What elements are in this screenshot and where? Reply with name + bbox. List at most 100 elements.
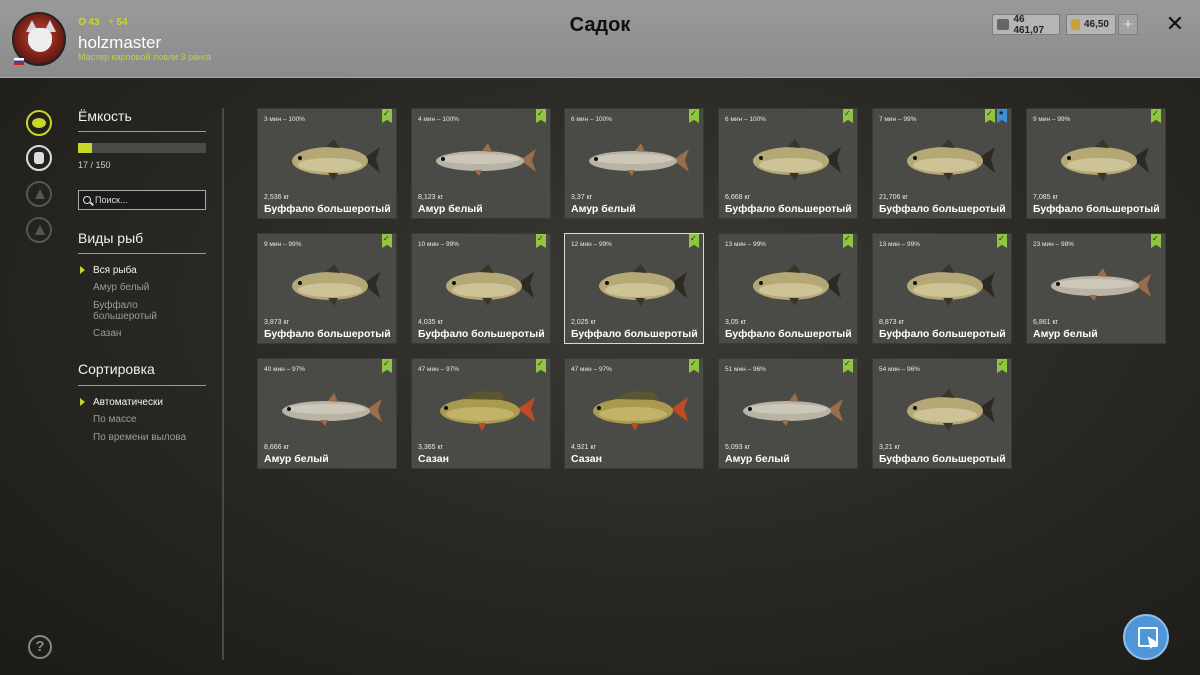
species-heading: Виды рыб xyxy=(78,230,144,246)
fish-card[interactable]: 3 мин – 100% 2,536 кг Буффало большеротый xyxy=(257,108,397,219)
fish-card[interactable]: 6 мин – 100% 3,37 кг Амур белый xyxy=(564,108,704,219)
fish-weight: 3,365 кг xyxy=(418,444,444,451)
check-badge-icon xyxy=(843,359,853,373)
fish-card[interactable]: 40 мин – 97% 8,666 кг Амур белый xyxy=(257,358,397,469)
fish-card[interactable]: 9 мин – 99% 3,873 кг Буффало большеротый xyxy=(257,233,397,344)
species-option-amur[interactable]: Амур белый xyxy=(93,282,203,293)
fish-weight: 6,861 кг xyxy=(1033,319,1059,326)
fish-weight: 8,123 кг xyxy=(418,194,444,201)
search-input[interactable] xyxy=(95,195,195,205)
check-badge-icon xyxy=(985,109,995,123)
fish-card[interactable]: 12 мин – 99% 2,025 кг Буффало большеротый xyxy=(564,233,704,344)
fish-card[interactable]: 51 мин – 96% 5,093 кг Амур белый xyxy=(718,358,858,469)
fish-card[interactable]: 13 мин – 99% 8,873 кг Буффало большеротый xyxy=(872,233,1012,344)
fish-weight: 4,035 кг xyxy=(418,319,444,326)
fish-catch-time: 9 мин – 99% xyxy=(264,241,302,248)
fish-catch-time: 3 мин – 100% xyxy=(264,116,305,123)
fish-catch-time: 54 мин – 96% xyxy=(879,366,920,373)
fish-catch-time: 4 мин – 100% xyxy=(418,116,459,123)
fish-weight: 3,37 кг xyxy=(571,194,593,201)
silver-coin-icon xyxy=(997,19,1010,30)
fish-name: Амур белый xyxy=(571,203,636,215)
check-badge-icon xyxy=(1151,109,1161,123)
fish-name: Амур белый xyxy=(264,453,329,465)
trophy-icon[interactable] xyxy=(26,181,52,207)
fish-keepnet-icon[interactable] xyxy=(26,110,52,136)
divider xyxy=(78,385,206,386)
fish-name: Амур белый xyxy=(418,203,483,215)
check-badge-icon xyxy=(1151,234,1161,248)
fish-weight: 8,873 кг xyxy=(879,319,905,326)
fish-catch-time: 40 мин – 97% xyxy=(264,366,305,373)
search-icon xyxy=(83,196,91,204)
fish-weight: 8,666 кг xyxy=(264,444,290,451)
cursor-mode-icon[interactable] xyxy=(1123,614,1169,660)
check-badge-icon xyxy=(689,109,699,123)
sort-option-weight[interactable]: По массе xyxy=(93,414,203,425)
silver-balance: 46 461,07 xyxy=(992,13,1060,36)
selected-arrow-icon xyxy=(80,266,85,274)
home-icon[interactable] xyxy=(26,217,52,243)
fish-card[interactable]: 10 мин – 99% 4,035 кг Буффало большеротый xyxy=(411,233,551,344)
check-badge-icon xyxy=(843,234,853,248)
fish-card[interactable]: 47 мин – 97% 3,365 кг Сазан xyxy=(411,358,551,469)
check-badge-icon xyxy=(382,109,392,123)
bait-icon[interactable] xyxy=(26,145,52,171)
fish-catch-time: 6 мин – 100% xyxy=(725,116,766,123)
search-field[interactable] xyxy=(78,190,206,210)
top-bar: ✪ 43 ⚡ 54 holzmaster Мастер карповой ловли… xyxy=(0,0,1200,78)
fish-catch-time: 6 мин – 100% xyxy=(571,116,612,123)
sort-heading: Сортировка xyxy=(78,361,155,377)
fish-weight: 3,21 кг xyxy=(879,444,901,451)
fish-card[interactable]: 54 мин – 96% 3,21 кг Буффало большеротый xyxy=(872,358,1012,469)
check-badge-icon xyxy=(536,109,546,123)
fish-card[interactable]: 6 мин – 100% 6,668 кг Буффало большеротый xyxy=(718,108,858,219)
fish-name: Буффало большеротый xyxy=(879,328,1006,340)
fish-weight: 3,873 кг xyxy=(264,319,290,326)
fish-name: Буффало большеротый xyxy=(571,328,698,340)
close-icon[interactable]: ✕ xyxy=(1164,13,1186,35)
fish-weight: 5,093 кг xyxy=(725,444,751,451)
species-option-carp[interactable]: Сазан xyxy=(93,328,203,339)
fish-catch-time: 47 мин – 97% xyxy=(571,366,612,373)
sort-option-time[interactable]: По времени вылова xyxy=(93,432,203,443)
fish-name: Амур белый xyxy=(1033,328,1098,340)
fish-card[interactable]: 7 мин – 99% 21,706 кг Буффало большеротый xyxy=(872,108,1012,219)
russia-flag-icon xyxy=(14,58,24,65)
fish-card[interactable]: 23 мин – 98% 6,861 кг Амур белый xyxy=(1026,233,1166,344)
fish-weight: 4,921 кг xyxy=(571,444,597,451)
check-badge-icon xyxy=(689,234,699,248)
fish-card[interactable]: 4 мин – 100% 8,123 кг Амур белый xyxy=(411,108,551,219)
fish-name: Сазан xyxy=(571,453,602,465)
check-badge-icon xyxy=(382,234,392,248)
sort-option-auto[interactable]: Автоматически xyxy=(93,397,203,408)
fish-card[interactable]: 13 мин – 99% 3,05 кг Буффало большеротый xyxy=(718,233,858,344)
fish-name: Буффало большеротый xyxy=(1033,203,1160,215)
divider xyxy=(78,131,206,132)
fish-catch-time: 10 мин – 99% xyxy=(418,241,459,248)
capacity-count: 17 / 150 xyxy=(78,160,111,170)
silver-value: 46 461,07 xyxy=(1013,13,1045,36)
fish-catch-time: 7 мин – 99% xyxy=(879,116,917,123)
divider xyxy=(78,253,206,254)
fish-catch-time: 12 мин – 99% xyxy=(571,241,612,248)
fish-weight: 7,085 кг xyxy=(1033,194,1059,201)
fish-name: Буффало большеротый xyxy=(725,203,852,215)
fish-card[interactable]: 9 мин – 99% 7,085 кг Буффало большеротый xyxy=(1026,108,1166,219)
fish-name: Буффало большеротый xyxy=(879,203,1006,215)
fish-catch-time: 13 мин – 99% xyxy=(725,241,766,248)
selected-arrow-icon xyxy=(80,398,85,406)
fish-name: Буффало большеротый xyxy=(264,328,391,340)
fish-name: Амур белый xyxy=(725,453,790,465)
capacity-bar xyxy=(78,143,206,153)
star-badge-icon xyxy=(997,109,1007,123)
fish-catch-time: 13 мин – 99% xyxy=(879,241,920,248)
species-option-buffalo[interactable]: Буффало большеротый xyxy=(93,300,203,322)
species-option-all[interactable]: Вся рыба xyxy=(93,265,203,276)
player-rank: Мастер карповой ловли 3 ранга xyxy=(78,52,212,62)
check-badge-icon xyxy=(997,359,1007,373)
buy-currency-button[interactable]: + xyxy=(1118,14,1138,35)
fish-weight: 2,025 кг xyxy=(571,319,597,326)
help-icon[interactable]: ? xyxy=(28,635,52,659)
fish-card[interactable]: 47 мин – 97% 4,921 кг Сазан xyxy=(564,358,704,469)
